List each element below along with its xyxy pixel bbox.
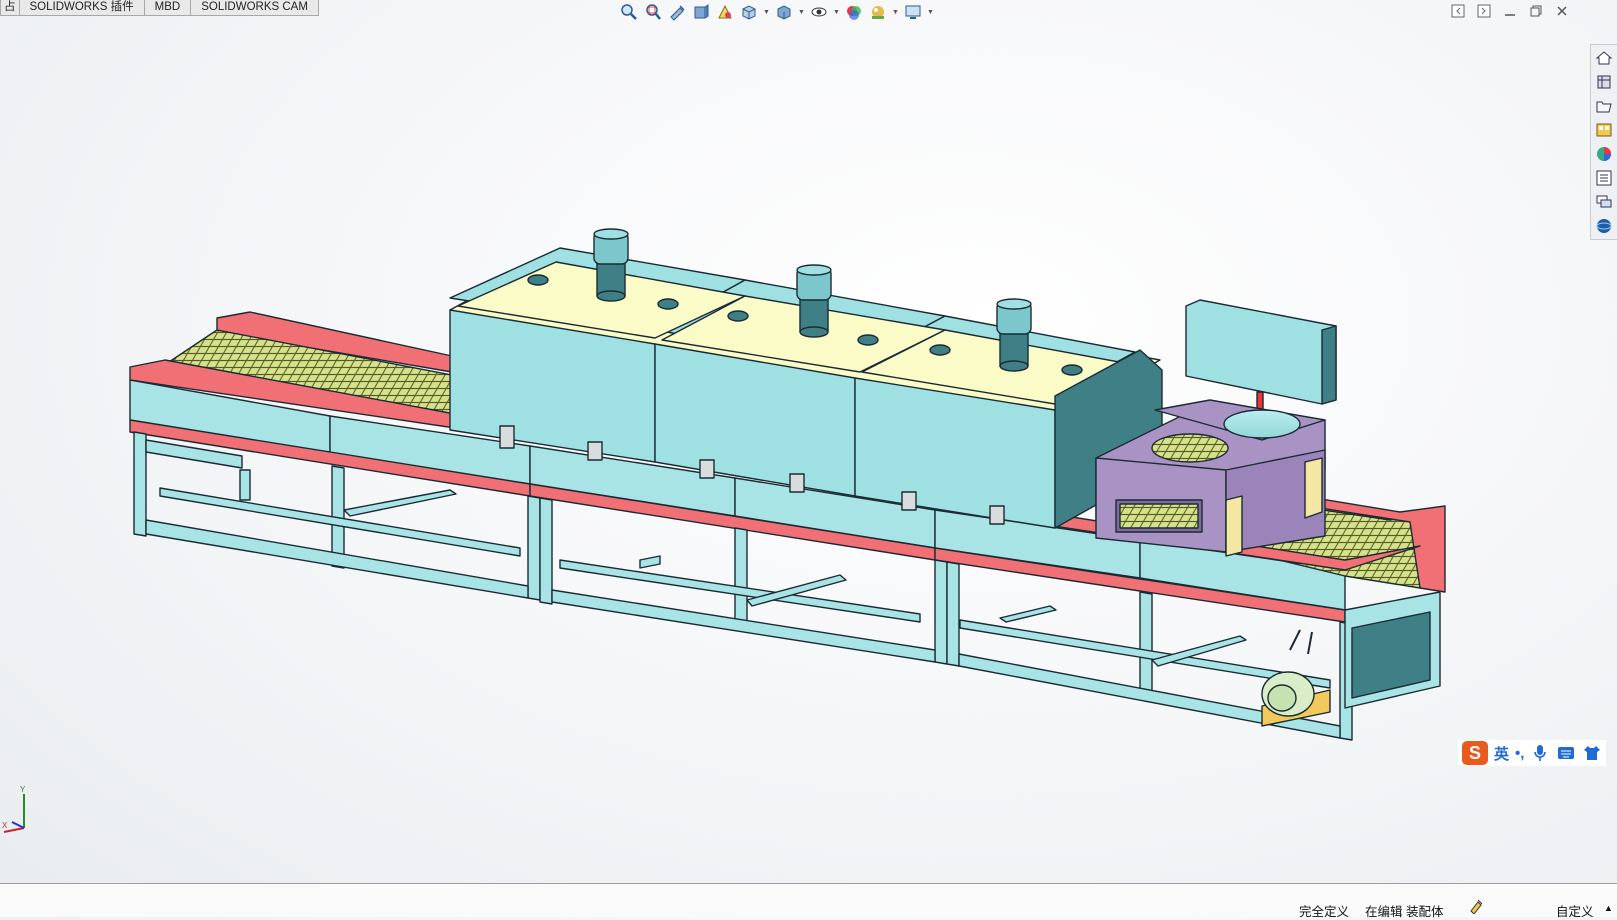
view-palette-icon[interactable] [1593, 119, 1615, 141]
edit-appearance-icon[interactable] [843, 1, 865, 23]
keyboard-icon[interactable] [1556, 743, 1576, 763]
ime-punct-indicator[interactable]: •, [1515, 745, 1524, 762]
file-explorer-icon[interactable] [1593, 95, 1615, 117]
chevron-down-icon[interactable]: ▼ [797, 1, 806, 23]
view-settings-icon[interactable] [902, 1, 924, 23]
view-orientation-icon[interactable] [738, 1, 760, 23]
status-bar: 完全定义 在编辑 装配体 自定义 ▲ [0, 883, 1617, 920]
motor-1 [593, 228, 629, 302]
heads-up-view-toolbar: ▼ ▼ ▼ ▼ ▼ [618, 0, 935, 24]
minimize-icon[interactable] [1499, 2, 1521, 20]
motor-3 [996, 298, 1032, 372]
microphone-icon[interactable] [1530, 743, 1550, 763]
top-hole [1061, 364, 1083, 376]
chevron-down-icon[interactable]: ▼ [832, 1, 841, 23]
solidworks-forum-icon[interactable] [1593, 191, 1615, 213]
3dexperience-icon[interactable] [1593, 215, 1615, 237]
top-hole [857, 334, 879, 346]
triad-x-label: X [2, 821, 8, 830]
status-units[interactable]: 自定义 [1556, 901, 1594, 920]
appearances-scenes-icon[interactable] [1593, 143, 1615, 165]
ime-mode-indicator[interactable]: 英 [1494, 743, 1509, 764]
tile-right-icon[interactable] [1473, 2, 1495, 20]
custom-properties-icon[interactable] [1593, 167, 1615, 189]
ime-toolbar: S 英 •, [1458, 740, 1607, 766]
status-editing: 在编辑 装配体 [1365, 905, 1444, 919]
units-chevron-up-icon[interactable]: ▲ [1604, 903, 1613, 913]
dynamic-annotation-view-icon[interactable] [714, 1, 736, 23]
document-window-controls [1447, 2, 1573, 20]
top-hole [657, 298, 679, 310]
apply-scene-icon[interactable] [867, 1, 889, 23]
sogou-logo[interactable]: S [1462, 741, 1488, 765]
status-fully-defined: 完全定义 [1299, 905, 1350, 919]
control-cabinet [1185, 299, 1337, 411]
chevron-down-icon[interactable]: ▼ [891, 1, 900, 23]
tile-left-icon[interactable] [1447, 2, 1469, 20]
graphics-viewport[interactable] [0, 0, 1617, 883]
hide-show-items-icon[interactable] [808, 1, 830, 23]
chevron-down-icon[interactable]: ▼ [762, 1, 771, 23]
zoom-to-fit-icon[interactable] [618, 1, 640, 23]
skin-shirt-icon[interactable] [1582, 743, 1602, 763]
tab-solidworks-addins[interactable]: SOLIDWORKS 插件 [18, 0, 145, 16]
restore-icon[interactable] [1525, 2, 1547, 20]
motor-2 [796, 264, 832, 338]
command-manager-tabs: 占 SOLIDWORKS 插件 MBD SOLIDWORKS CAM [0, 0, 319, 16]
close-icon[interactable] [1551, 2, 1573, 20]
rebuild-icon[interactable] [1468, 898, 1484, 917]
section-view-icon[interactable] [690, 1, 712, 23]
task-pane-tabs [1590, 44, 1617, 240]
design-library-icon[interactable] [1593, 71, 1615, 93]
reference-triad: Y X [2, 785, 26, 833]
tab-first[interactable]: 占 [0, 0, 20, 16]
zoom-to-area-icon[interactable] [642, 1, 664, 23]
top-hole [929, 344, 951, 356]
tab-mbd[interactable]: MBD [143, 0, 192, 16]
display-style-icon[interactable] [773, 1, 795, 23]
tab-solidworks-cam[interactable]: SOLIDWORKS CAM [190, 0, 319, 16]
solidworks-resources-icon[interactable] [1593, 47, 1615, 69]
previous-view-icon[interactable] [666, 1, 688, 23]
chevron-down-icon[interactable]: ▼ [926, 1, 935, 23]
top-hole [527, 274, 549, 286]
triad-y-label: Y [20, 785, 26, 794]
top-hole [727, 310, 749, 322]
conveyor-oven-model[interactable] [129, 228, 1446, 741]
